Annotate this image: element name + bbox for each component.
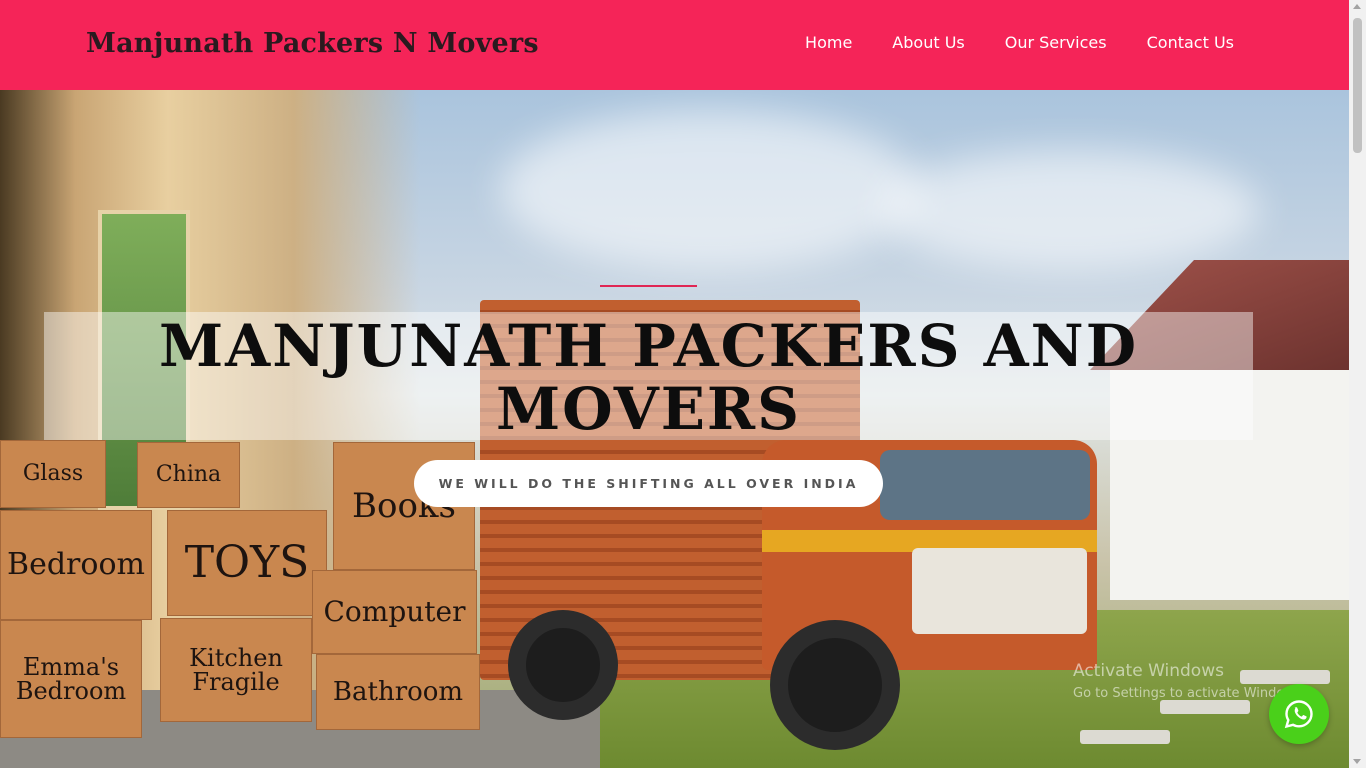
hero-title: MANJUNATH PACKERS AND MOVERS — [158, 312, 1138, 443]
watermark-subtitle: Go to Settings to activate Windows. — [1073, 686, 1306, 701]
nav-home[interactable]: Home — [805, 33, 852, 52]
site-header: Manjunath Packers N Movers Home About Us… — [0, 0, 1349, 90]
main-nav: Home About Us Our Services Contact Us — [805, 33, 1234, 52]
stepping-stone — [1080, 730, 1170, 744]
site-logo[interactable]: Manjunath Packers N Movers — [86, 28, 539, 59]
moving-box: China — [137, 442, 240, 508]
nav-contact-us[interactable]: Contact Us — [1147, 33, 1234, 52]
cloud-shape — [880, 150, 1260, 270]
cloud-shape — [500, 110, 920, 270]
hero-cta-button[interactable]: WE WILL DO THE SHIFTING ALL OVER INDIA — [414, 460, 883, 507]
watermark-title: Activate Windows — [1073, 661, 1224, 681]
scrollbar-thumb[interactable] — [1353, 18, 1362, 153]
truck-wheel — [770, 620, 900, 750]
page-scrollbar[interactable] — [1349, 0, 1366, 768]
nav-our-services[interactable]: Our Services — [1005, 33, 1107, 52]
moving-box: Computer — [312, 570, 477, 654]
whatsapp-button[interactable] — [1269, 684, 1329, 744]
activate-windows-watermark: Activate Windows Go to Settings to activ… — [1073, 661, 1306, 701]
truck-windshield — [880, 450, 1090, 520]
stepping-stone — [1160, 700, 1250, 714]
title-accent-rule — [600, 285, 697, 287]
scroll-down-arrow-icon[interactable] — [1353, 759, 1361, 764]
moving-box: TOYS — [167, 510, 327, 616]
truck-grill — [912, 548, 1087, 634]
nav-about-us[interactable]: About Us — [892, 33, 964, 52]
moving-box: Glass — [0, 440, 106, 508]
moving-box: Emma's Bedroom — [0, 620, 142, 738]
moving-box: Bathroom — [316, 654, 480, 730]
moving-box: Bedroom — [0, 510, 152, 620]
moving-box: Kitchen Fragile — [160, 618, 312, 722]
truck-wheel — [508, 610, 618, 720]
whatsapp-icon — [1284, 700, 1313, 729]
scroll-up-arrow-icon[interactable] — [1353, 4, 1361, 9]
